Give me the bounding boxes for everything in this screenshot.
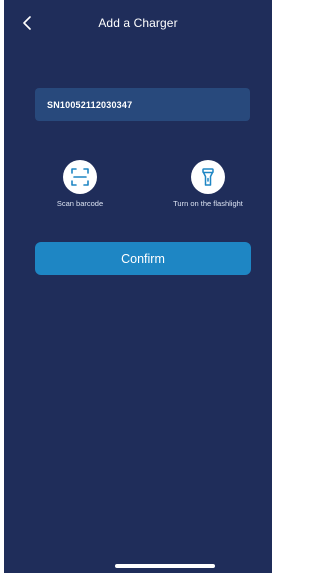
scan-barcode-label: Scan barcode bbox=[56, 199, 104, 208]
flashlight-button[interactable]: Turn on the flashlight bbox=[158, 160, 258, 208]
page-title: Add a Charger bbox=[98, 16, 178, 30]
app-screen: Add a Charger SN10052112030347 Scan barc… bbox=[4, 0, 272, 573]
header: Add a Charger bbox=[4, 0, 272, 46]
flashlight-icon-circle bbox=[191, 160, 225, 194]
scan-icon-circle bbox=[63, 160, 97, 194]
barcode-scan-icon bbox=[71, 168, 89, 186]
flashlight-icon bbox=[202, 168, 214, 186]
home-indicator bbox=[115, 564, 215, 568]
serial-number-input[interactable]: SN10052112030347 bbox=[35, 88, 250, 121]
flashlight-label: Turn on the flashlight bbox=[173, 199, 243, 208]
scan-barcode-button[interactable]: Scan barcode bbox=[40, 160, 120, 208]
confirm-button[interactable]: Confirm bbox=[35, 242, 251, 275]
